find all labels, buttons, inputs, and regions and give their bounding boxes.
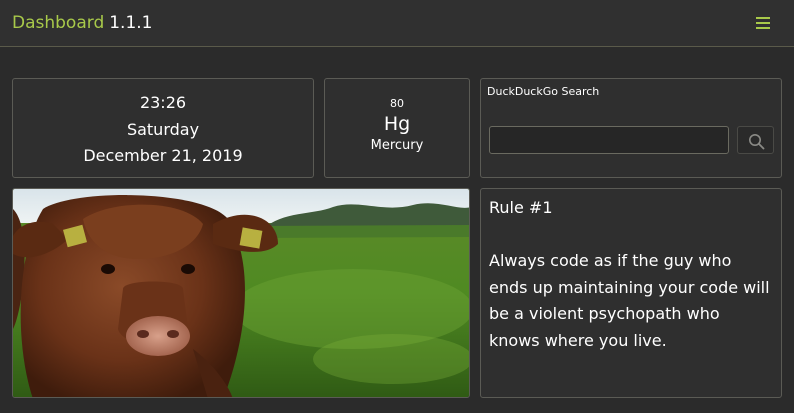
search-card: DuckDuckGo Search (480, 78, 782, 178)
quote-content: Rule #1 Always code as if the guy who en… (489, 195, 773, 354)
search-title: DuckDuckGo Search (487, 85, 600, 98)
element-card: 80 Hg Mercury (324, 78, 470, 178)
menu-bar (756, 22, 770, 24)
highland-cow-photo (13, 189, 469, 397)
clock-weekday: Saturday (126, 119, 200, 139)
clock-time: 23:26 (139, 93, 187, 112)
element-atomic-number: 80 (390, 97, 404, 110)
top-navbar: Dashboard 1.1.1 (0, 0, 794, 47)
search-icon (749, 134, 765, 150)
search-button[interactable] (737, 126, 774, 154)
brand[interactable]: Dashboard 1.1.1 (12, 12, 153, 34)
menu-bar (756, 17, 770, 19)
image-card (12, 188, 470, 398)
hamburger-icon[interactable] (754, 14, 772, 32)
app-version: 1.1.1 (109, 13, 153, 33)
search-input[interactable] (489, 126, 729, 154)
clock-card: 23:26 Saturday December 21, 2019 (12, 78, 314, 178)
clock-date: December 21, 2019 (83, 146, 243, 165)
app-name[interactable]: Dashboard (12, 13, 104, 33)
quote-title: Rule #1 (489, 198, 553, 217)
menu-bar (756, 27, 770, 29)
quote-card: Rule #1 Always code as if the guy who en… (480, 188, 782, 398)
element-symbol: Hg (383, 113, 411, 135)
quote-text: Always code as if the guy who ends up ma… (489, 251, 770, 350)
element-name: Mercury (370, 138, 424, 153)
